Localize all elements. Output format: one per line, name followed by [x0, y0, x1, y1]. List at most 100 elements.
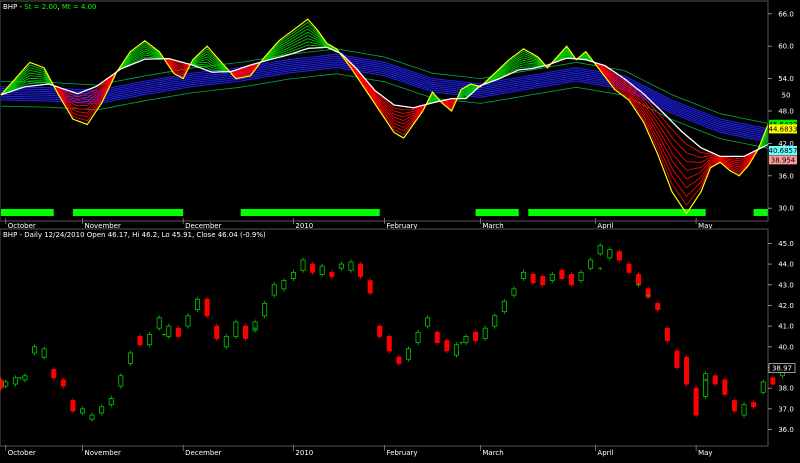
trend-indicator-bar: [528, 209, 706, 216]
top-title-part: St = 2.00: [24, 3, 57, 11]
bottom-x-tick-label: October: [8, 449, 36, 457]
candle-up: [195, 298, 201, 310]
top-title-part: Mt = 4.00: [62, 3, 97, 11]
short-term-ribbon-down: [595, 62, 759, 159]
candle-up: [597, 245, 603, 255]
candle-up: [453, 344, 459, 356]
candle-up: [156, 317, 162, 329]
candle-down: [693, 387, 699, 416]
bottom-x-tick-label: April: [597, 449, 613, 457]
candle-down: [60, 379, 66, 387]
candle-down: [559, 269, 565, 279]
candle-up: [607, 249, 613, 259]
candle-up: [338, 263, 344, 269]
candle-down: [204, 298, 210, 317]
candle-up: [463, 336, 469, 344]
bottom-x-tick-label: 2010: [295, 449, 313, 457]
candle-up: [290, 271, 296, 279]
candle-down: [310, 263, 316, 273]
bottom-x-tick-label: March: [482, 449, 503, 457]
candle-down: [655, 302, 661, 310]
candle-up: [492, 315, 498, 327]
trend-indicator-bar: [1, 209, 54, 216]
top-extra-y-label: 50: [782, 91, 791, 99]
candle-up: [166, 325, 172, 337]
candle-up: [233, 321, 239, 337]
trend-indicator-bar: [240, 209, 380, 216]
bottom-x-tick-label: February: [387, 449, 418, 457]
top-y-tick-label: 66.0: [778, 10, 794, 18]
candle-down: [722, 379, 728, 395]
candle-up: [511, 288, 517, 296]
candle-down: [674, 350, 680, 368]
candle-down: [684, 356, 690, 385]
candle-down: [434, 331, 440, 344]
long-term-ribbon-line: [0, 63, 769, 139]
candle-down: [0, 379, 4, 389]
bottom-frame: [0, 228, 769, 447]
trend-indicator-bar: [475, 209, 519, 216]
candle-down: [731, 400, 737, 412]
candle-up: [185, 315, 191, 327]
candle-down: [386, 336, 392, 352]
candle-up: [348, 261, 354, 271]
candle-down: [530, 274, 536, 284]
candle-up: [79, 408, 85, 414]
long-term-ribbon-line: [0, 55, 769, 132]
bottom-x-tick-label: November: [84, 449, 121, 457]
candle-down: [175, 327, 181, 337]
candle-down: [616, 251, 622, 261]
candle-up: [549, 274, 555, 282]
candle-up: [281, 280, 287, 290]
candle-up: [703, 373, 709, 397]
candle-down: [664, 327, 670, 342]
candle-down: [396, 356, 402, 364]
top-title: BHP - St = 2.00, Mt = 4.00: [3, 3, 97, 11]
candle-up: [223, 336, 229, 348]
candle-up: [578, 271, 584, 282]
candle-up: [99, 406, 105, 414]
candle-up: [3, 381, 9, 387]
candle-down: [367, 280, 373, 294]
candle-up: [501, 300, 507, 313]
candle-up: [482, 327, 488, 339]
candle-down: [70, 400, 76, 412]
candle-down: [329, 271, 335, 277]
candle-up: [108, 398, 114, 406]
top-y-tick-label: 54.0: [778, 75, 794, 83]
candle-up: [147, 333, 153, 346]
candle-down: [568, 274, 574, 286]
bottom-y-tick-label: 41.0: [778, 323, 794, 331]
candle-down: [214, 325, 220, 339]
bottom-value-badge-label: 38.97: [772, 365, 792, 373]
candle-down: [377, 325, 383, 337]
top-price-panel: 30.036.042.048.054.060.066.0October Novem…: [0, 0, 797, 230]
candle-up: [741, 404, 747, 416]
candle-down: [540, 276, 546, 286]
bottom-y-tick-label: 43.0: [778, 281, 794, 289]
candle-up: [300, 259, 306, 271]
candle-down: [712, 375, 718, 385]
candle-up: [271, 284, 277, 296]
candle-up: [425, 317, 431, 327]
candle-up: [118, 375, 124, 387]
candle-up: [319, 265, 325, 275]
candle-up: [22, 375, 28, 381]
bottom-y-tick-label: 42.0: [778, 302, 794, 310]
candle-down: [770, 377, 776, 385]
top-title-part: BHP -: [3, 3, 24, 11]
candle-down: [473, 331, 479, 342]
candle-up: [12, 377, 18, 385]
candle-down: [137, 336, 143, 346]
candle-up: [89, 414, 95, 420]
candle-up: [405, 348, 411, 360]
chart-canvas: 30.0 36.0 42.0 48.0 54.0 60.0 66.0 October Novem…: [0, 0, 797, 457]
bottom-x-tick-label: May: [698, 449, 712, 457]
candle-up: [588, 259, 594, 269]
candle-up: [41, 348, 47, 358]
top-y-tick-label: 48.0: [778, 108, 794, 116]
top-y-tick-label: 30.0: [778, 205, 794, 213]
bottom-y-tick-label: 38.0: [778, 385, 794, 393]
top-y-tick-label: 60.0: [778, 43, 794, 51]
bottom-x-tick-label: December: [185, 449, 221, 457]
